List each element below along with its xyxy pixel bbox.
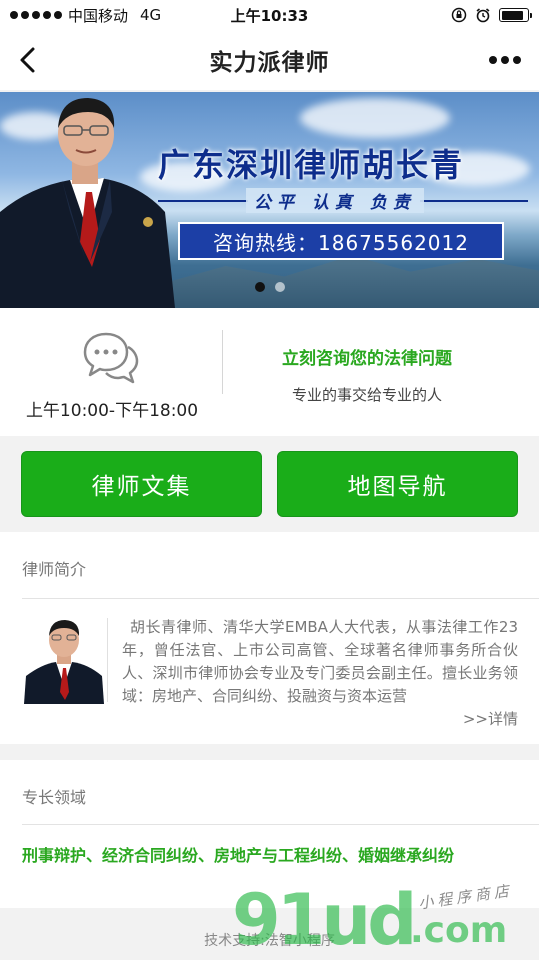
status-bar: 中国移动 4G 上午10:33 bbox=[0, 0, 539, 30]
carousel-dot-1[interactable] bbox=[254, 282, 265, 292]
chat-bubbles-icon[interactable] bbox=[82, 330, 140, 386]
map-navigation-button[interactable]: 地图导航 bbox=[277, 451, 518, 517]
specialty-section: 专长领域 刑事辩护、经济合同纠纷、房地产与工程纠纷、婚姻继承纠纷 bbox=[0, 760, 539, 908]
battery-level bbox=[501, 10, 523, 20]
back-button[interactable] bbox=[10, 42, 46, 78]
intro-divider bbox=[22, 598, 539, 599]
specialty-areas: 刑事辩护、经济合同纠纷、房地产与工程纠纷、婚姻继承纠纷 bbox=[22, 846, 455, 865]
lawyer-articles-button[interactable]: 律师文集 bbox=[21, 451, 262, 517]
more-button[interactable] bbox=[483, 42, 527, 78]
info-divider bbox=[222, 330, 223, 394]
lawyer-intro-section: 律师简介 胡长青律师、清华大学EMBA人大代表，从事法律工作23年，曾任法官、上… bbox=[0, 532, 539, 744]
photo-divider bbox=[107, 618, 108, 702]
specialty-divider bbox=[22, 824, 539, 825]
intro-section-title: 律师简介 bbox=[22, 560, 87, 579]
footer: 技术支持:法智小程序 bbox=[0, 908, 539, 960]
tech-support-text: 技术支持:法智小程序 bbox=[204, 933, 335, 949]
intro-detail-link[interactable]: >>详情 bbox=[456, 708, 518, 729]
banner-title: 广东深圳律师胡长青 bbox=[158, 146, 465, 184]
carousel-indicators bbox=[0, 282, 539, 292]
business-hours: 上午10:00-下午18:00 bbox=[25, 401, 199, 421]
banner-motto: 公平 认真 负责 bbox=[246, 188, 424, 213]
chevron-left-icon bbox=[20, 47, 35, 73]
rotation-lock-icon bbox=[451, 7, 467, 23]
banner-carousel[interactable]: 广东深圳律师胡长青 公平 认真 负责 咨询热线：18675562012 bbox=[0, 92, 539, 308]
consult-link[interactable]: 立刻咨询您的法律问题 bbox=[232, 344, 502, 369]
lawyer-avatar bbox=[22, 616, 106, 704]
banner-rule-left bbox=[158, 200, 248, 202]
page-title: 实力派律师 bbox=[209, 50, 330, 76]
battery-icon bbox=[499, 8, 532, 22]
signal-strength-icon bbox=[10, 11, 62, 19]
more-dots-icon bbox=[489, 56, 497, 64]
carousel-dot-2[interactable] bbox=[274, 282, 285, 292]
consult-subtitle: 专业的事交给专业的人 bbox=[291, 386, 442, 404]
banner-hotline: 咨询热线：18675562012 bbox=[178, 222, 504, 260]
carrier-name: 中国移动 bbox=[68, 6, 129, 25]
intro-text: 胡长青律师、清华大学EMBA人大代表，从事法律工作23年，曾任法官、上市公司高管… bbox=[122, 618, 518, 705]
banner-rule-right bbox=[420, 200, 528, 202]
network-type: 4G bbox=[140, 6, 162, 24]
specialty-section-title: 专长领域 bbox=[22, 788, 87, 807]
lawyer-banner-portrait bbox=[0, 98, 175, 308]
navigation-bar: 实力派律师 bbox=[0, 30, 539, 90]
alarm-icon bbox=[476, 8, 490, 23]
contact-info-row: 上午10:00-下午18:00 立刻咨询您的法律问题 专业的事交给专业的人 bbox=[0, 308, 539, 436]
